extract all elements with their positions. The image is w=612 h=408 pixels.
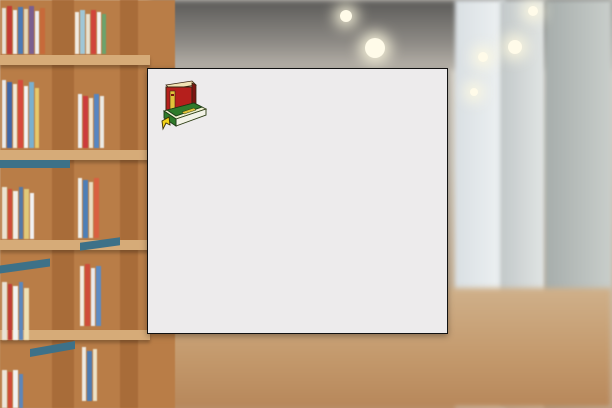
- background-light: [340, 10, 352, 22]
- background-light: [508, 40, 522, 54]
- shelf-board: [0, 150, 150, 160]
- shelf-board: [0, 240, 150, 250]
- book-row: [78, 176, 99, 238]
- book-row: [2, 185, 34, 239]
- shelf-label-strip: [0, 160, 70, 168]
- book-row: [2, 4, 45, 54]
- book-row: [2, 368, 23, 408]
- background-light: [365, 38, 385, 58]
- background-light: [528, 6, 538, 16]
- stacked-books-icon[interactable]: [158, 79, 210, 135]
- book-row: [80, 262, 101, 326]
- book-row: [2, 280, 29, 340]
- bookmark: [161, 116, 171, 131]
- background-light: [478, 52, 488, 62]
- background-light: [470, 88, 478, 96]
- book-row: [2, 78, 39, 148]
- content-panel: [147, 68, 448, 334]
- book-row: [82, 345, 97, 401]
- book-row: [78, 92, 104, 148]
- book-row: [75, 8, 106, 54]
- shelf-board: [0, 55, 150, 65]
